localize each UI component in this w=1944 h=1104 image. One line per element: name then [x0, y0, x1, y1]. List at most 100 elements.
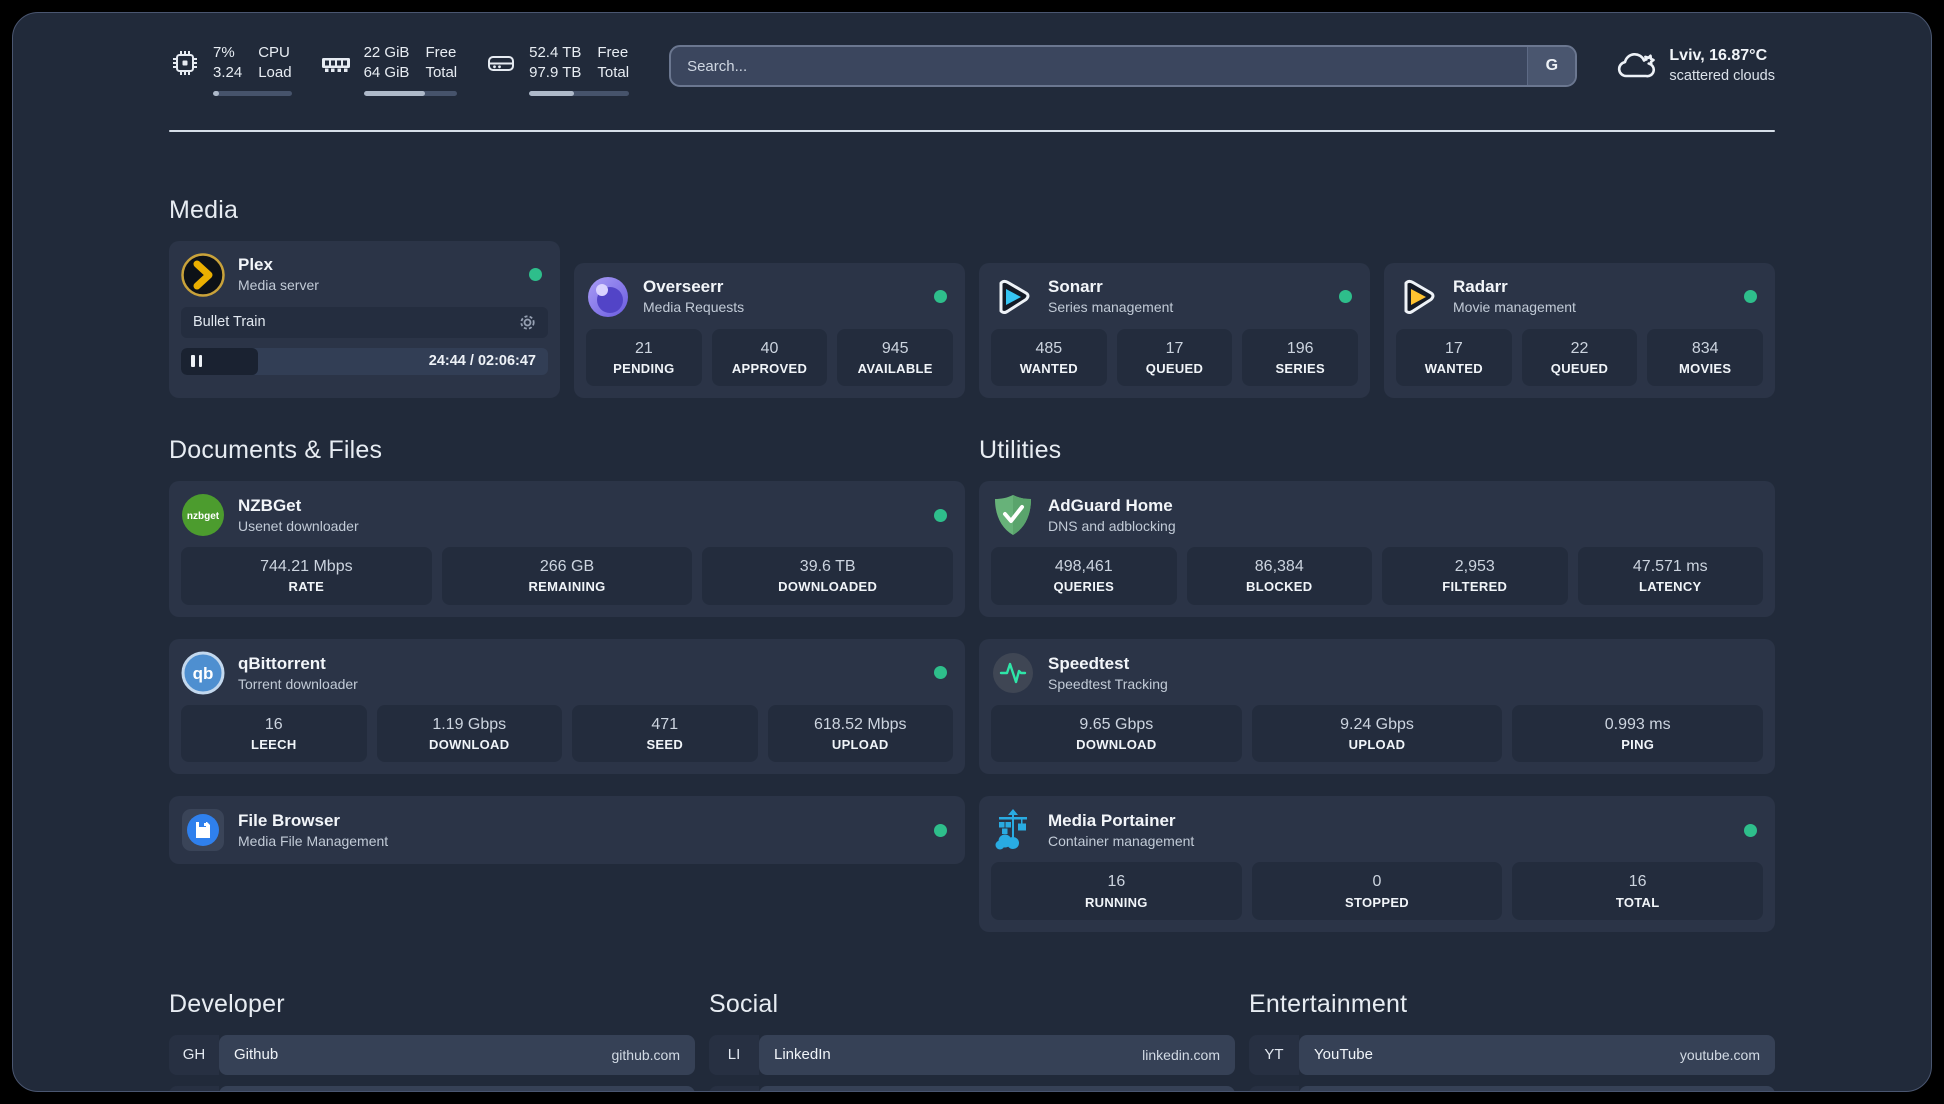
stat-tile: 17 WANTED	[1396, 328, 1512, 387]
stat-tile: 22 QUEUED	[1521, 328, 1638, 387]
stat-tile: 16 LEECH	[181, 704, 367, 763]
section-heading-documents: Documents & Files	[169, 436, 383, 465]
disk-total: 97.9 TB	[529, 64, 582, 82]
search-bar: G	[669, 45, 1578, 87]
service-card-plex[interactable]: Plex Media server Bullet Train 24:44 / 0…	[169, 240, 560, 399]
memory-icon	[320, 46, 352, 80]
stat-tile: 39.6 TB DOWNLOADED	[702, 547, 954, 605]
service-subtitle: Usenet downloader	[238, 518, 359, 535]
stat-tile: 86,384 BLOCKED	[1186, 547, 1372, 605]
service-subtitle: Torrent downloader	[238, 675, 358, 692]
bookmark-linkedin[interactable]: LI LinkedIn linkedin.com	[709, 1034, 1235, 1075]
service-title: Plex	[238, 255, 273, 275]
stat-tile: 2,953 FILTERED	[1382, 547, 1568, 605]
top-bar: 7% 3.24 CPU Load 22 GiB 64 GiB Free Tota…	[13, 13, 1931, 96]
service-card-adguard[interactable]: AdGuard Home DNS and adblocking 498,461 Q…	[979, 481, 1775, 617]
stat-tile: 0 STOPPED	[1251, 862, 1503, 920]
stat-tile: 266 GB REMAINING	[441, 547, 693, 605]
filebrowser-icon	[181, 808, 225, 852]
dashboard-window: 7% 3.24 CPU Load 22 GiB 64 GiB Free Tota…	[12, 12, 1932, 1092]
bookmark-abbr: GH	[169, 1034, 219, 1075]
cloud-icon	[1615, 48, 1657, 84]
sonarr-icon	[991, 275, 1035, 319]
session-settings-icon[interactable]	[519, 314, 536, 331]
bookmark-netflix[interactable]: NF Netflix netflix.com	[1249, 1085, 1775, 1091]
bookmark-abbr: YT	[1249, 1034, 1299, 1075]
bookmark-group-developer: Developer GH Github github.com SO StackO…	[169, 989, 695, 1091]
memory-free-label: Free	[425, 44, 457, 61]
bookmark-url: linkedin.com	[1142, 1046, 1220, 1063]
stat-tile: 945 AVAILABLE	[837, 328, 954, 387]
stat-tile: 9.65 Gbps DOWNLOAD	[991, 704, 1242, 763]
disk-free: 52.4 TB	[529, 44, 582, 61]
weather-condition: scattered clouds	[1669, 67, 1775, 84]
section-heading-utilities: Utilities	[979, 436, 1062, 465]
stat-tile: 16 TOTAL	[1512, 862, 1764, 920]
stat-tile: 834 MOVIES	[1647, 328, 1764, 387]
bookmark-twitter[interactable]: TW Twitter twitter.com	[709, 1085, 1235, 1091]
service-title: Speedtest	[1048, 653, 1130, 673]
service-card-speedtest[interactable]: Speedtest Speedtest Tracking 9.65 Gbps DO…	[979, 638, 1775, 775]
stat-tile: 17 QUEUED	[1116, 328, 1233, 387]
header-divider	[169, 129, 1775, 132]
cpu-percent: 7%	[213, 44, 235, 61]
stat-tile: 47.571 ms LATENCY	[1577, 547, 1763, 605]
stat-tile: 40 APPROVED	[711, 328, 828, 387]
now-playing-row: Bullet Train	[181, 306, 548, 338]
status-dot-online	[1744, 290, 1757, 303]
service-card-qbittorrent[interactable]: qb qBittorrent Torrent downloader 16 LEEC…	[169, 638, 965, 775]
stat-tile: 21 PENDING	[586, 328, 702, 387]
service-subtitle: Media Requests	[643, 299, 745, 316]
section-heading-developer: Developer	[169, 989, 285, 1018]
stat-tile: 498,461 QUERIES	[991, 547, 1177, 605]
bookmark-abbr: SO	[169, 1085, 219, 1091]
service-card-portainer[interactable]: Media Portainer Container management 16 R…	[979, 796, 1775, 932]
now-playing-title: Bullet Train	[193, 314, 266, 330]
disk-progress-bar	[529, 90, 630, 96]
service-card-overseerr[interactable]: Overseerr Media Requests 21 PENDING 40 APP…	[574, 262, 965, 399]
svg-text:nzbget: nzbget	[187, 511, 220, 522]
weather-location-temp: Lviv, 16.87°C	[1669, 47, 1768, 64]
bookmark-stackoverflow[interactable]: SO StackOverflow stackoverflow.com	[169, 1085, 695, 1091]
disk-icon	[485, 46, 517, 80]
stat-tile: 744.21 Mbps RATE	[181, 547, 432, 605]
status-dot-online	[1339, 290, 1352, 303]
service-card-nzbget[interactable]: nzbget NZBGet Usenet downloader 744.21 M…	[169, 481, 965, 617]
service-card-radarr[interactable]: Radarr Movie management 17 WANTED 22 QUEUE…	[1384, 262, 1775, 399]
bookmark-name: LinkedIn	[774, 1046, 831, 1064]
search-provider-button[interactable]: G	[1527, 47, 1576, 85]
cpu-loadavg: 3.24	[213, 64, 243, 82]
bookmark-youtube[interactable]: YT YouTube youtube.com	[1249, 1034, 1775, 1075]
stat-tile: 196 SERIES	[1242, 328, 1359, 387]
disk-free-label: Free	[597, 44, 629, 61]
playback-progress-bar[interactable]: 24:44 / 02:06:47	[181, 347, 548, 375]
system-widgets: 7% 3.24 CPU Load 22 GiB 64 GiB Free Tota…	[169, 43, 630, 96]
bookmark-group-social: Social LI LinkedIn linkedin.com TW Twitt…	[709, 989, 1235, 1091]
plex-icon	[181, 252, 225, 297]
cpu-progress-bar	[213, 90, 292, 96]
column-utilities: Utilities AdGuard Home DNS and adblockin…	[979, 436, 1775, 932]
svg-text:qb: qb	[193, 664, 214, 683]
service-card-sonarr[interactable]: Sonarr Series management 485 WANTED 17 QUE…	[979, 262, 1370, 399]
stat-tile: 0.993 ms PING	[1512, 704, 1764, 763]
bookmark-group-entertainment: Entertainment YT YouTube youtube.com NF …	[1249, 990, 1775, 1091]
bookmark-github[interactable]: GH Github github.com	[169, 1034, 695, 1075]
search-input[interactable]	[671, 47, 1528, 85]
disk-widget: 52.4 TB 97.9 TB Free Total	[485, 43, 630, 96]
radarr-icon	[1396, 275, 1440, 319]
service-card-filebrowser[interactable]: File Browser Media File Management	[169, 796, 965, 865]
memory-free: 22 GiB	[363, 44, 410, 61]
bookmark-abbr: NF	[1249, 1085, 1299, 1091]
service-title: NZBGet	[238, 495, 302, 515]
section-heading-social: Social	[709, 989, 779, 1018]
overseerr-icon	[586, 275, 630, 319]
bookmark-abbr: LI	[709, 1034, 759, 1075]
section-heading-media: Media	[169, 195, 239, 224]
stat-tile: 485 WANTED	[991, 328, 1107, 387]
status-dot-online	[934, 823, 947, 837]
memory-widget: 22 GiB 64 GiB Free Total	[320, 43, 458, 96]
service-subtitle: Container management	[1048, 833, 1195, 850]
service-subtitle: Media File Management	[238, 833, 389, 850]
stat-tile: 1.19 Gbps DOWNLOAD	[376, 704, 562, 763]
service-subtitle: Media server	[238, 277, 319, 294]
